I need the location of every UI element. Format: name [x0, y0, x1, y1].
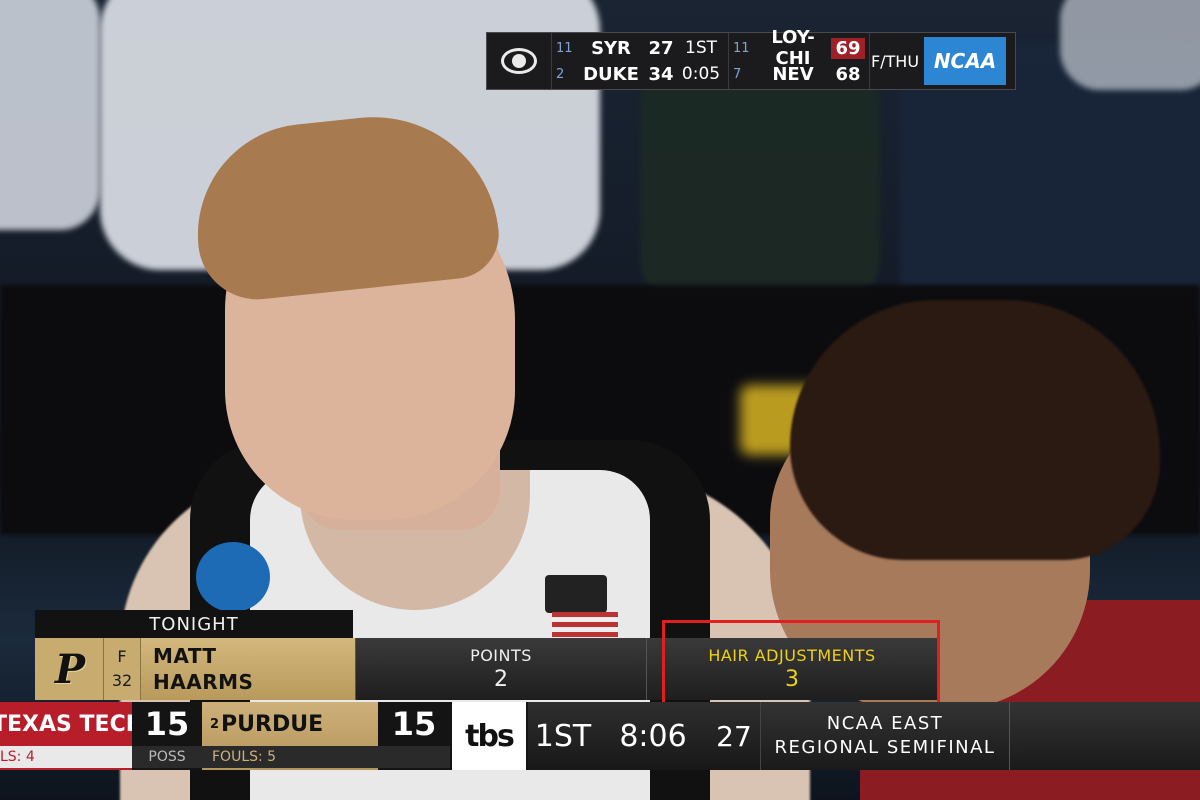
score-bug: TEXAS TECH LS: 4 15 POSS 2 PURDUE FOULS:…	[0, 702, 1200, 770]
possession-indicator: POSS	[132, 746, 202, 768]
team-seed: 2	[556, 66, 565, 82]
team-seed: 11	[733, 40, 750, 56]
game-clock: 0:05	[681, 64, 721, 84]
team-name: NEV	[772, 63, 814, 85]
ncaa-patch-icon	[196, 542, 270, 612]
ncaa-logo: NCAA	[924, 37, 1006, 85]
home-team-panel: 2 PURDUE FOULS: 5	[202, 702, 378, 770]
player-position: F	[117, 647, 127, 666]
bug-filler	[1009, 702, 1200, 770]
player-first-name: MATT	[153, 644, 217, 668]
ticker-game-syr-duke: 11 SYR 27 1ST 2 DUKE 34 0:05	[552, 33, 729, 89]
home-team-fouls: FOULS: 5	[202, 746, 378, 768]
tournament-round: NCAA EAST REGIONAL SEMIFINAL	[760, 702, 1009, 770]
team-name: DUKE	[583, 63, 639, 85]
big-ten-patch-icon	[545, 575, 607, 613]
away-team-panel: TEXAS TECH LS: 4	[0, 702, 132, 770]
ticker-team-row: 11 LOY-CHI 69	[733, 27, 865, 69]
final-label: F/THU	[870, 51, 920, 71]
team-name: SYR	[591, 37, 631, 59]
crowd-spectator	[1060, 0, 1200, 90]
player-name: MATT HAARMS	[141, 638, 355, 700]
game-period: 1ST	[528, 702, 598, 770]
game-period: 1ST	[685, 38, 717, 58]
home-score: 15	[391, 705, 437, 743]
stat-label: POINTS	[470, 646, 532, 665]
home-team-seed: 2	[210, 716, 220, 732]
highlight-annotation-box	[662, 620, 940, 706]
tbs-logo: tbs	[452, 702, 526, 770]
stat-value: 2	[494, 667, 508, 692]
home-score-sub	[378, 746, 450, 768]
network-logo	[487, 33, 552, 89]
player-number: 32	[111, 671, 133, 690]
round-line-2: REGIONAL SEMIFINAL	[774, 737, 996, 758]
team-score: 27	[648, 37, 674, 59]
away-score-panel: 15 POSS	[132, 702, 202, 770]
game-clock: 8:06	[598, 702, 708, 770]
home-score-panel: 15	[378, 702, 450, 770]
team-seed: 7	[733, 66, 742, 82]
team-score: 68	[835, 63, 861, 85]
team-seed: 11	[556, 40, 573, 56]
away-score: 15	[144, 705, 190, 743]
cbs-eye-icon	[501, 48, 537, 74]
ticker-game-loy-nev: 11 LOY-CHI 69 7 NEV 68	[729, 27, 870, 89]
purdue-logo: P	[35, 638, 104, 700]
home-team-name: PURDUE	[221, 711, 324, 737]
round-line-1: NCAA EAST	[826, 713, 944, 734]
purdue-p-icon: P	[54, 645, 85, 693]
ticker-team-row: 11 SYR 27 1ST	[556, 36, 724, 60]
player-position-number: F 32	[104, 638, 141, 700]
top-scoreboard-ticker: 11 SYR 27 1ST 2 DUKE 34 0:05 11 LOY-CHI …	[486, 27, 1016, 90]
ticker-team-row: 2 DUKE 34 0:05	[556, 62, 724, 86]
crowd-spectator	[0, 0, 100, 230]
shot-clock: 27	[708, 702, 760, 770]
opponent-hair	[790, 300, 1160, 560]
team-score: 34	[648, 63, 674, 85]
lower-third-header: TONIGHT	[35, 610, 353, 638]
player-last-name: HAARMS	[153, 670, 254, 694]
team-score-winner: 69	[831, 37, 865, 59]
home-team-name-row: 2 PURDUE	[202, 702, 378, 746]
crowd-spectator	[640, 60, 880, 300]
away-team-fouls: LS: 4	[0, 746, 132, 768]
stat-points: POINTS 2	[355, 638, 646, 700]
away-team-name: TEXAS TECH	[0, 711, 132, 737]
ticker-team-row: 7 NEV 68	[733, 62, 865, 86]
